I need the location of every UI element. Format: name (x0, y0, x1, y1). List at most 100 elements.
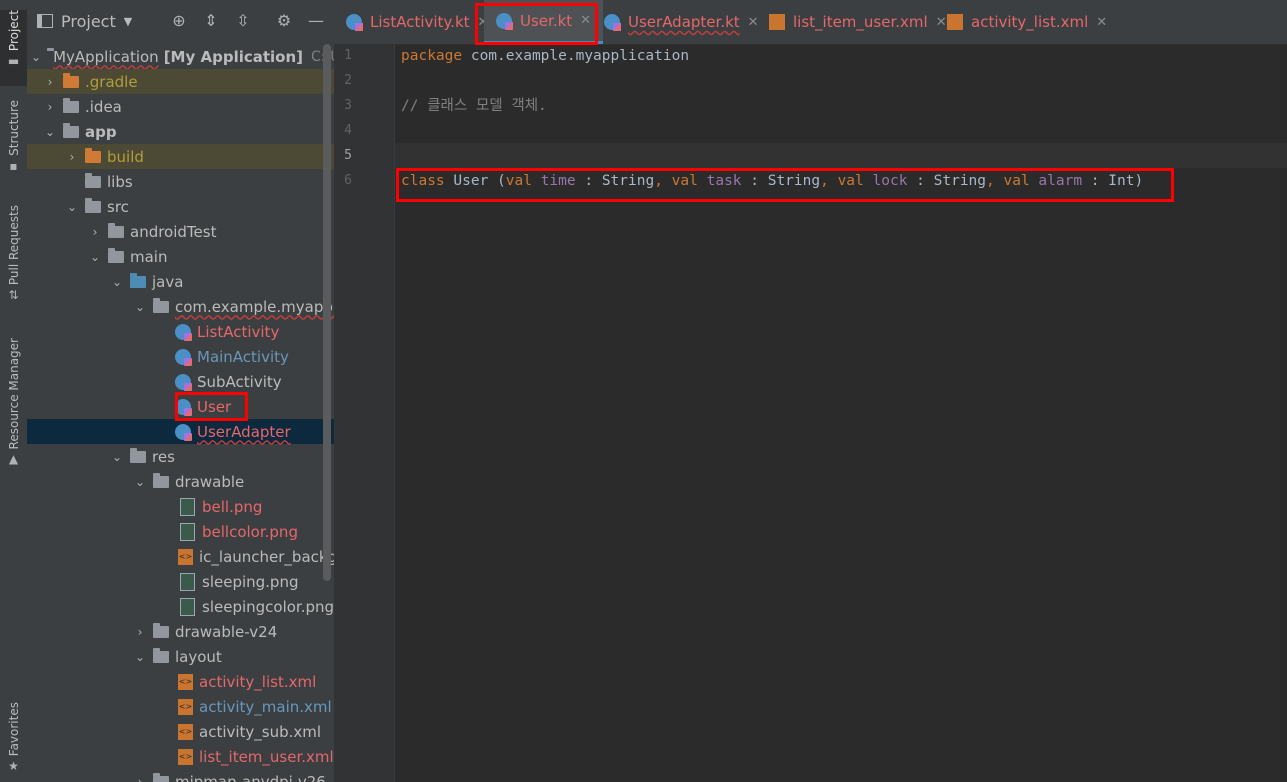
kotlin-file-icon (604, 14, 621, 31)
chevron-down-icon[interactable]: ⌄ (133, 650, 147, 664)
folder-icon (153, 622, 169, 638)
chevron-down-icon[interactable]: ⌄ (110, 450, 124, 464)
code-line-3: // 클래스 모델 객체. (401, 98, 547, 114)
tree-item-res[interactable]: ⌄ res (27, 444, 334, 469)
xml-file-icon (769, 14, 785, 30)
tree-item-package[interactable]: ⌄ com.example.myapplica (27, 294, 334, 319)
xml-file-icon: <> (178, 723, 193, 740)
code-editor[interactable]: package com.example.myapplication // 클래스… (395, 44, 1287, 782)
close-icon[interactable]: ✕ (580, 13, 591, 28)
folder-icon (108, 247, 124, 263)
folder-icon (63, 72, 79, 88)
tree-item-libs[interactable]: libs (27, 169, 334, 194)
tree-item-subactivity[interactable]: SubActivity (27, 369, 334, 394)
chevron-right-icon[interactable]: › (133, 775, 147, 782)
tree-item-androidtest[interactable]: › androidTest (27, 219, 334, 244)
close-icon[interactable]: ✕ (1096, 15, 1107, 30)
chevron-right-icon[interactable]: › (43, 100, 57, 114)
tree-item-useradapter[interactable]: UserAdapter (27, 419, 334, 444)
chevron-down-icon[interactable]: ⌄ (88, 250, 102, 264)
tree-item-gradle[interactable]: › .gradle (27, 69, 334, 94)
tree-item-sleeping-png[interactable]: sleeping.png (27, 569, 334, 594)
tree-item-extra: [My Application] (163, 47, 304, 66)
tree-item-myapplication[interactable]: ⌄ MyApplication [My Application] C:\Us (27, 44, 334, 69)
tree-item-mipmap-anydpi-v26[interactable]: › mipmap-anydpi-v26 (27, 769, 334, 782)
chevron-down-icon[interactable]: ⌄ (43, 125, 57, 139)
hide-icon[interactable]: — (307, 12, 325, 30)
chevron-right-icon[interactable]: › (65, 150, 79, 164)
tab-activity-list-xml[interactable]: activity_list.xml ✕ (947, 0, 1107, 44)
tree-item-src[interactable]: ⌄ src (27, 194, 334, 219)
collapse-all-icon[interactable]: ⇳ (234, 12, 252, 30)
tree-item-label: main (130, 247, 168, 266)
image-file-icon (180, 497, 195, 516)
folder-icon (153, 472, 169, 488)
package-icon (153, 297, 169, 313)
chevron-down-icon[interactable]: ⌄ (133, 475, 147, 489)
tree-item-app[interactable]: ⌄ app (27, 119, 334, 144)
tree-item-idea[interactable]: › .idea (27, 94, 334, 119)
tree-item-layout[interactable]: ⌄ layout (27, 644, 334, 669)
tree-item-label: activity_list.xml (199, 672, 317, 691)
tree-item-activity-sub-xml[interactable]: <> activity_sub.xml (27, 719, 334, 744)
tree-item-sleepingcolor-png[interactable]: sleepingcolor.png (27, 594, 334, 619)
chevron-right-icon[interactable]: › (43, 75, 57, 89)
tree-item-activity-list-xml[interactable]: <> activity_list.xml (27, 669, 334, 694)
tree-item-mainactivity[interactable]: MainActivity (27, 344, 334, 369)
project-view-selector[interactable]: Project ▼ (37, 12, 132, 31)
tab-label: User.kt (520, 11, 573, 30)
resource-folder-icon (130, 447, 146, 463)
tree-item-build[interactable]: › build (27, 144, 334, 169)
tree-item-ic-launcher-background[interactable]: <> ic_launcher_backgro (27, 544, 334, 569)
close-icon[interactable]: ✕ (936, 15, 947, 30)
gear-icon[interactable]: ⚙ (275, 12, 293, 30)
tree-item-label: drawable (175, 472, 245, 491)
structure-tool-tab[interactable]: Structure ▪ (0, 100, 27, 180)
source-folder-icon (130, 272, 146, 288)
locate-icon[interactable]: ⊕ (170, 12, 188, 30)
chevron-down-icon[interactable]: ⌄ (110, 275, 124, 289)
tree-item-label: build (107, 147, 144, 166)
chevron-down-icon[interactable]: ⌄ (133, 300, 147, 314)
kotlin-file-icon (496, 12, 513, 30)
chevron-right-icon[interactable]: › (133, 625, 147, 639)
folder-icon (153, 647, 169, 663)
tree-item-list-item-user-xml[interactable]: <> list_item_user.xml (27, 744, 334, 769)
tree-item-listactivity[interactable]: ListActivity (27, 319, 334, 344)
project-panel-title: Project (61, 11, 116, 31)
folder-icon (85, 172, 101, 188)
resource-manager-tool-tab[interactable]: Resource Manager ▲ (0, 338, 27, 478)
expand-all-icon[interactable]: ⇕ (202, 12, 220, 30)
tree-item-label: activity_sub.xml (199, 722, 322, 741)
favorites-tool-tab[interactable]: Favorites ★ (0, 702, 27, 780)
chevron-right-icon[interactable]: › (88, 225, 102, 239)
chevron-down-icon[interactable]: ⌄ (31, 50, 41, 64)
project-tool-tab[interactable]: Project ▬ (0, 10, 27, 86)
project-tree-scrollbar[interactable] (323, 44, 331, 581)
tree-item-main[interactable]: ⌄ main (27, 244, 334, 269)
tree-item-drawable-v24[interactable]: › drawable-v24 (27, 619, 334, 644)
close-icon[interactable]: ✕ (748, 15, 759, 30)
tree-item-label: UserAdapter (197, 422, 291, 441)
tree-item-label: libs (107, 172, 133, 191)
code-line-1: package com.example.myapplication (401, 48, 690, 64)
tree-item-user[interactable]: User (27, 394, 334, 419)
line-number: 2 (344, 73, 352, 88)
tab-user-kt[interactable]: User.kt ✕ (484, 0, 604, 44)
structure-icon: ▪ (9, 158, 18, 173)
pull-requests-tool-tab[interactable]: Pull Requests ⇅ (0, 205, 27, 313)
tree-item-label: ListActivity (197, 322, 280, 341)
xml-file-icon: <> (178, 748, 193, 765)
tab-useradapter-kt[interactable]: UserAdapter.kt ✕ (604, 0, 759, 44)
tree-item-bellcolor-png[interactable]: bellcolor.png (27, 519, 334, 544)
tree-item-bell-png[interactable]: bell.png (27, 494, 334, 519)
tree-item-drawable[interactable]: ⌄ drawable (27, 469, 334, 494)
tab-listactivity-kt[interactable]: ListActivity.kt ✕ (346, 0, 488, 44)
tab-list-item-user-xml[interactable]: list_item_user.xml ✕ (769, 0, 947, 44)
tree-item-label: MyApplication (53, 47, 159, 66)
tree-item-label: res (152, 447, 175, 466)
tree-item-activity-main-xml[interactable]: <> activity_main.xml (27, 694, 334, 719)
chevron-down-icon[interactable]: ⌄ (65, 200, 79, 214)
code-line-6: class User (val time : String, val task … (401, 173, 1144, 189)
tree-item-java[interactable]: ⌄ java (27, 269, 334, 294)
